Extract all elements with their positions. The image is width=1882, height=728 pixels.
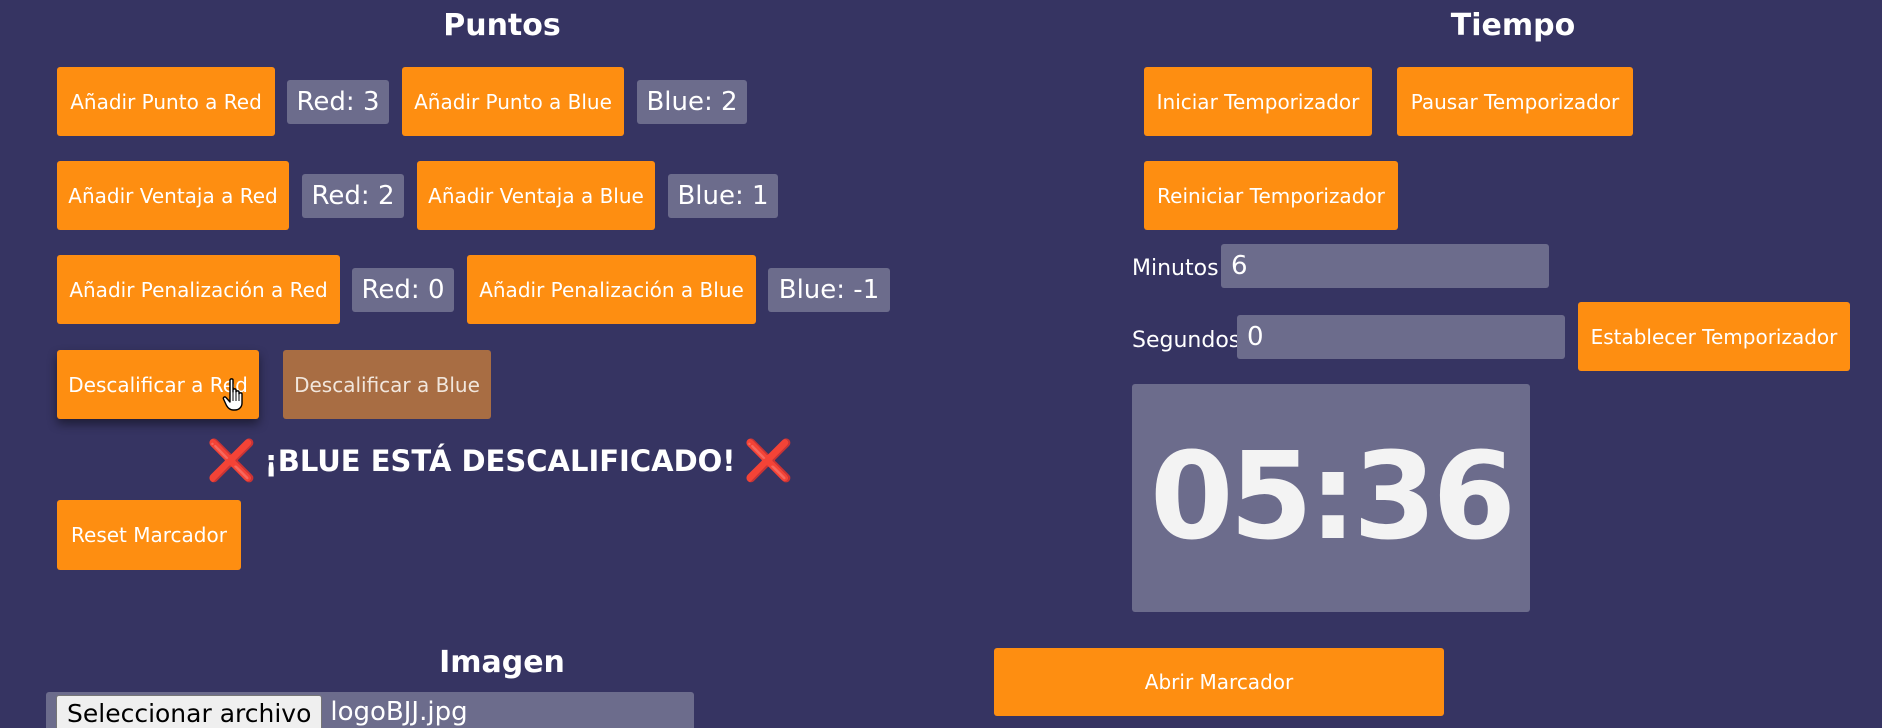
add-point-red-button[interactable]: Añadir Punto a Red (57, 67, 275, 136)
seconds-input[interactable] (1237, 315, 1565, 359)
open-scoreboard-button[interactable]: Abrir Marcador (994, 648, 1444, 716)
disqualified-message: ❌ ¡BLUE ESTÁ DESCALIFICADO! ❌ (207, 438, 794, 484)
restart-timer-button[interactable]: Reiniciar Temporizador (1144, 161, 1398, 230)
timer-display: 05:36 (1132, 384, 1530, 612)
choose-file-button[interactable]: Seleccionar archivo (56, 695, 323, 728)
set-timer-button[interactable]: Establecer Temporizador (1578, 302, 1850, 371)
pause-timer-button[interactable]: Pausar Temporizador (1397, 67, 1633, 136)
red-points-display: Red: 3 (287, 80, 389, 124)
minutes-label: Minutos: (1132, 256, 1226, 281)
red-penalties-display: Red: 0 (352, 268, 454, 312)
blue-advantages-display: Blue: 1 (668, 174, 778, 218)
disqualified-text: ¡BLUE ESTÁ DESCALIFICADO! (264, 444, 736, 478)
cross-mark-icon: ❌ (206, 438, 257, 484)
seconds-label: Segundos: (1132, 328, 1248, 353)
minutes-input[interactable] (1221, 244, 1549, 288)
hand-cursor-icon (222, 378, 243, 411)
add-advantage-blue-button[interactable]: Añadir Ventaja a Blue (417, 161, 655, 230)
add-penalty-blue-button[interactable]: Añadir Penalización a Blue (467, 255, 756, 324)
blue-points-display: Blue: 2 (637, 80, 747, 124)
imagen-title: Imagen (439, 645, 565, 680)
red-advantages-display: Red: 2 (302, 174, 404, 218)
blue-penalties-display: Blue: -1 (768, 268, 890, 312)
timer-value: 05:36 (1150, 428, 1516, 567)
file-upload-field: Seleccionar archivo logoBJJ.jpg (46, 692, 694, 728)
add-point-blue-button[interactable]: Añadir Punto a Blue (402, 67, 624, 136)
tiempo-title: Tiempo (1450, 8, 1576, 43)
cross-mark-icon: ❌ (743, 438, 794, 484)
selected-file-name: logoBJJ.jpg (330, 697, 468, 727)
reset-scoreboard-button[interactable]: Reset Marcador (57, 500, 241, 570)
add-penalty-red-button[interactable]: Añadir Penalización a Red (57, 255, 340, 324)
puntos-title: Puntos (443, 8, 561, 43)
add-advantage-red-button[interactable]: Añadir Ventaja a Red (57, 161, 289, 230)
disqualify-blue-button[interactable]: Descalificar a Blue (283, 350, 491, 419)
start-timer-button[interactable]: Iniciar Temporizador (1144, 67, 1372, 136)
